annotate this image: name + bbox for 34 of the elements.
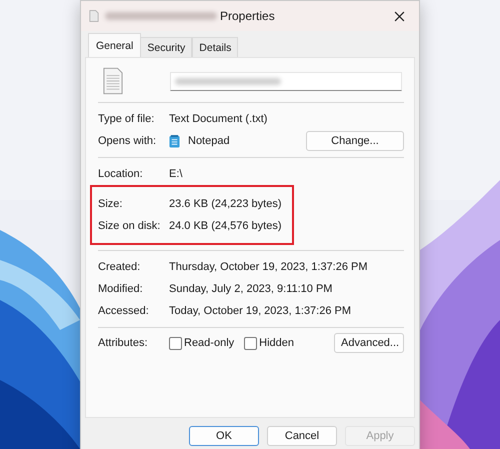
checkbox-label: Hidden [259,337,294,349]
close-icon [394,10,404,22]
field-label: Created: [98,261,142,273]
field-label: Type of file: [98,113,156,125]
dialog-button[interactable]: OK [189,426,259,446]
window-title: Properties [220,9,275,23]
field-label: Attributes: [98,337,149,349]
field-label: Size: [98,198,124,210]
field-label: Modified: [98,283,144,295]
field-value: 24.0 KB (24,576 bytes) [169,220,282,232]
document-icon [89,10,99,22]
change-button[interactable]: Change... [306,131,404,151]
field-label: Location: [98,168,144,180]
field-label: Accessed: [98,305,150,317]
dialog-button[interactable]: Cancel [267,426,337,446]
field-value: Sunday, July 2, 2023, 9:11:10 PM [169,283,332,295]
file-name-field[interactable] [170,72,402,90]
tab[interactable]: Details [192,37,238,57]
notepad-icon [169,134,180,148]
checkbox[interactable] [244,336,258,350]
advanced-button[interactable]: Advanced... [334,333,404,353]
field-value: Notepad [188,135,230,147]
field-value: Thursday, October 19, 2023, 1:37:26 PM [169,261,368,273]
field-label: Size on disk: [98,220,162,232]
field-value: 23.6 KB (24,223 bytes) [169,198,282,210]
field-value: Today, October 19, 2023, 1:37:26 PM [169,305,352,317]
field-value: Text Document (.txt) [169,113,268,125]
tab[interactable]: General [88,33,142,57]
document-icon [103,67,123,95]
checkbox-label: Read-only [184,337,234,349]
tab[interactable]: Security [140,37,192,57]
field-label: Opens with: [98,135,158,147]
field-value: E:\ [169,168,182,180]
checkbox[interactable] [169,336,182,350]
